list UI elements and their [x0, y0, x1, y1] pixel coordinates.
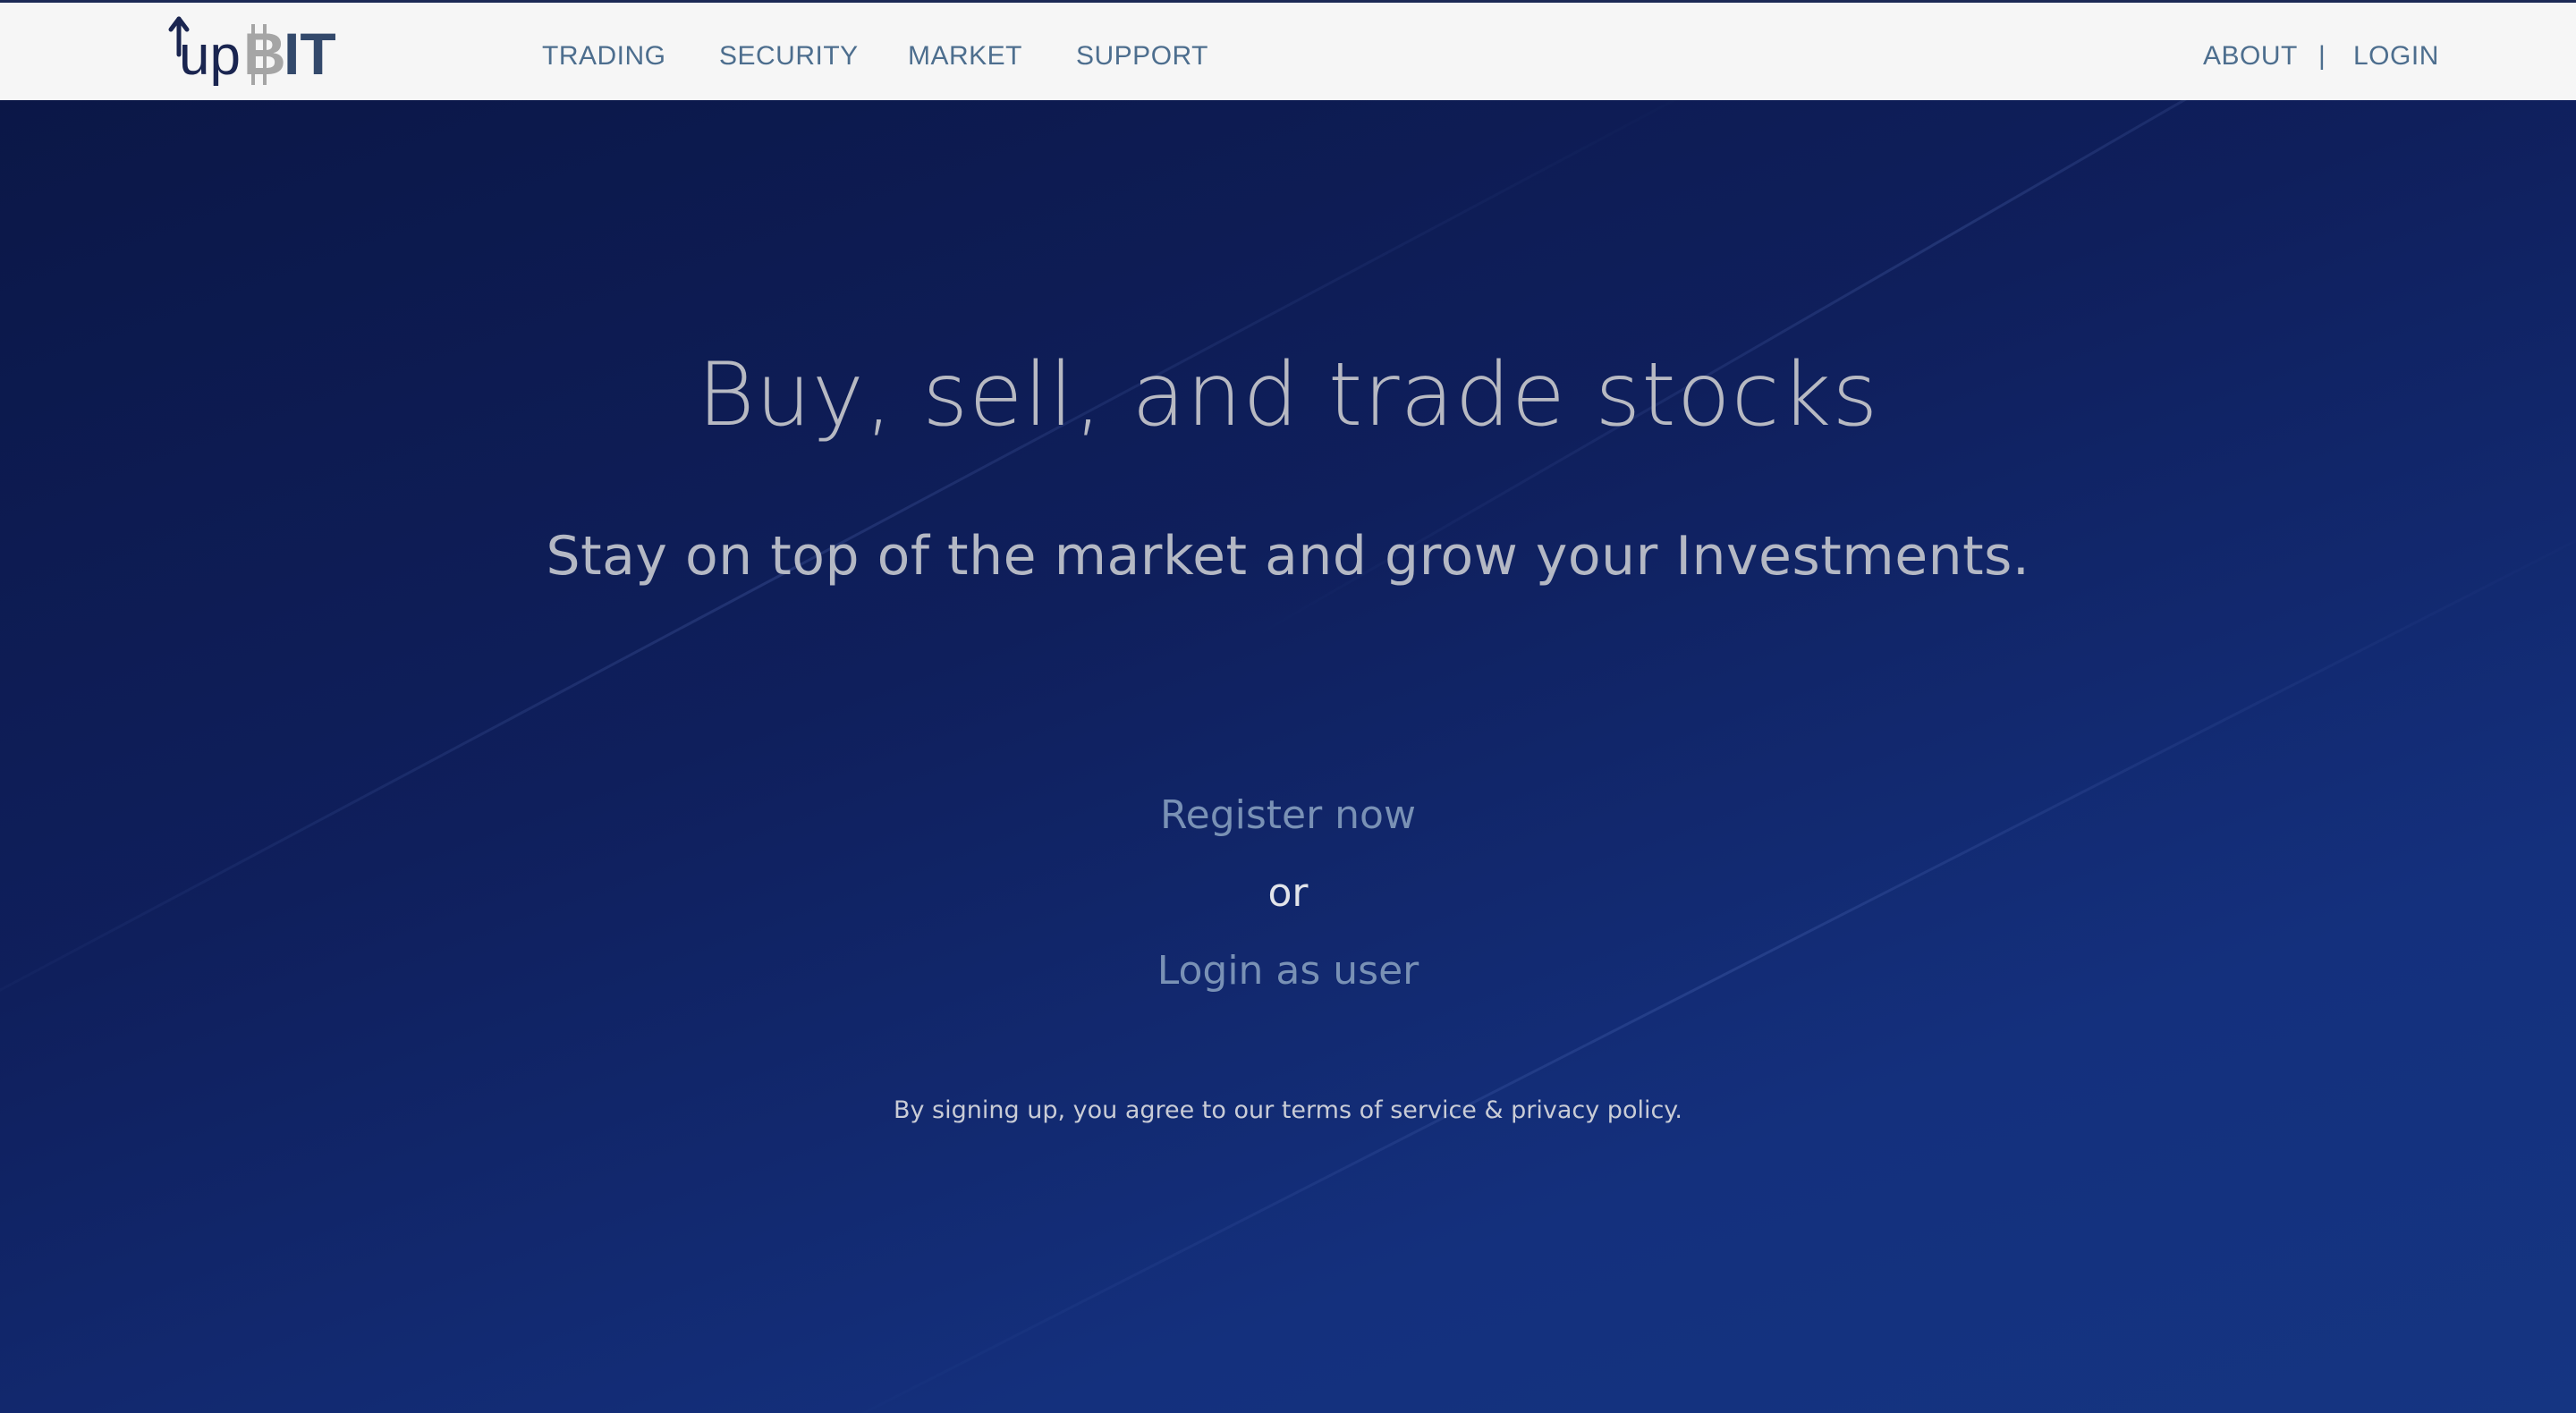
navbar: up B IT TRADING SECURITY MARKET SUPPORT …: [0, 3, 2576, 100]
nav-security[interactable]: SECURITY: [719, 38, 859, 74]
nav-support[interactable]: SUPPORT: [1076, 38, 1208, 74]
nav-login[interactable]: LOGIN: [2353, 38, 2439, 74]
terms-notice: By signing up, you agree to our terms of…: [893, 1096, 1683, 1124]
hero-subheadline: Stay on top of the market and grow your …: [546, 525, 2030, 588]
nav-market[interactable]: MARKET: [908, 38, 1022, 74]
hero-headline: Buy, sell, and trade stocks: [697, 344, 1879, 446]
logo-text-up: up: [179, 25, 241, 87]
logo-graphic: up B IT: [168, 16, 336, 87]
nav-trading[interactable]: TRADING: [542, 38, 666, 74]
nav-separator: |: [2318, 41, 2326, 71]
or-text: or: [1267, 870, 1309, 916]
logo-text-it: IT: [284, 21, 336, 87]
login-as-user-link[interactable]: Login as user: [0, 944, 2576, 998]
upbit-logo[interactable]: up B IT: [166, 12, 345, 89]
hero-section: Buy, sell, and trade stocks Stay on top …: [0, 100, 2576, 1413]
background-streak: [0, 100, 1717, 1087]
nav-about[interactable]: ABOUT: [2203, 38, 2298, 74]
register-now-link[interactable]: Register now: [0, 789, 2576, 842]
